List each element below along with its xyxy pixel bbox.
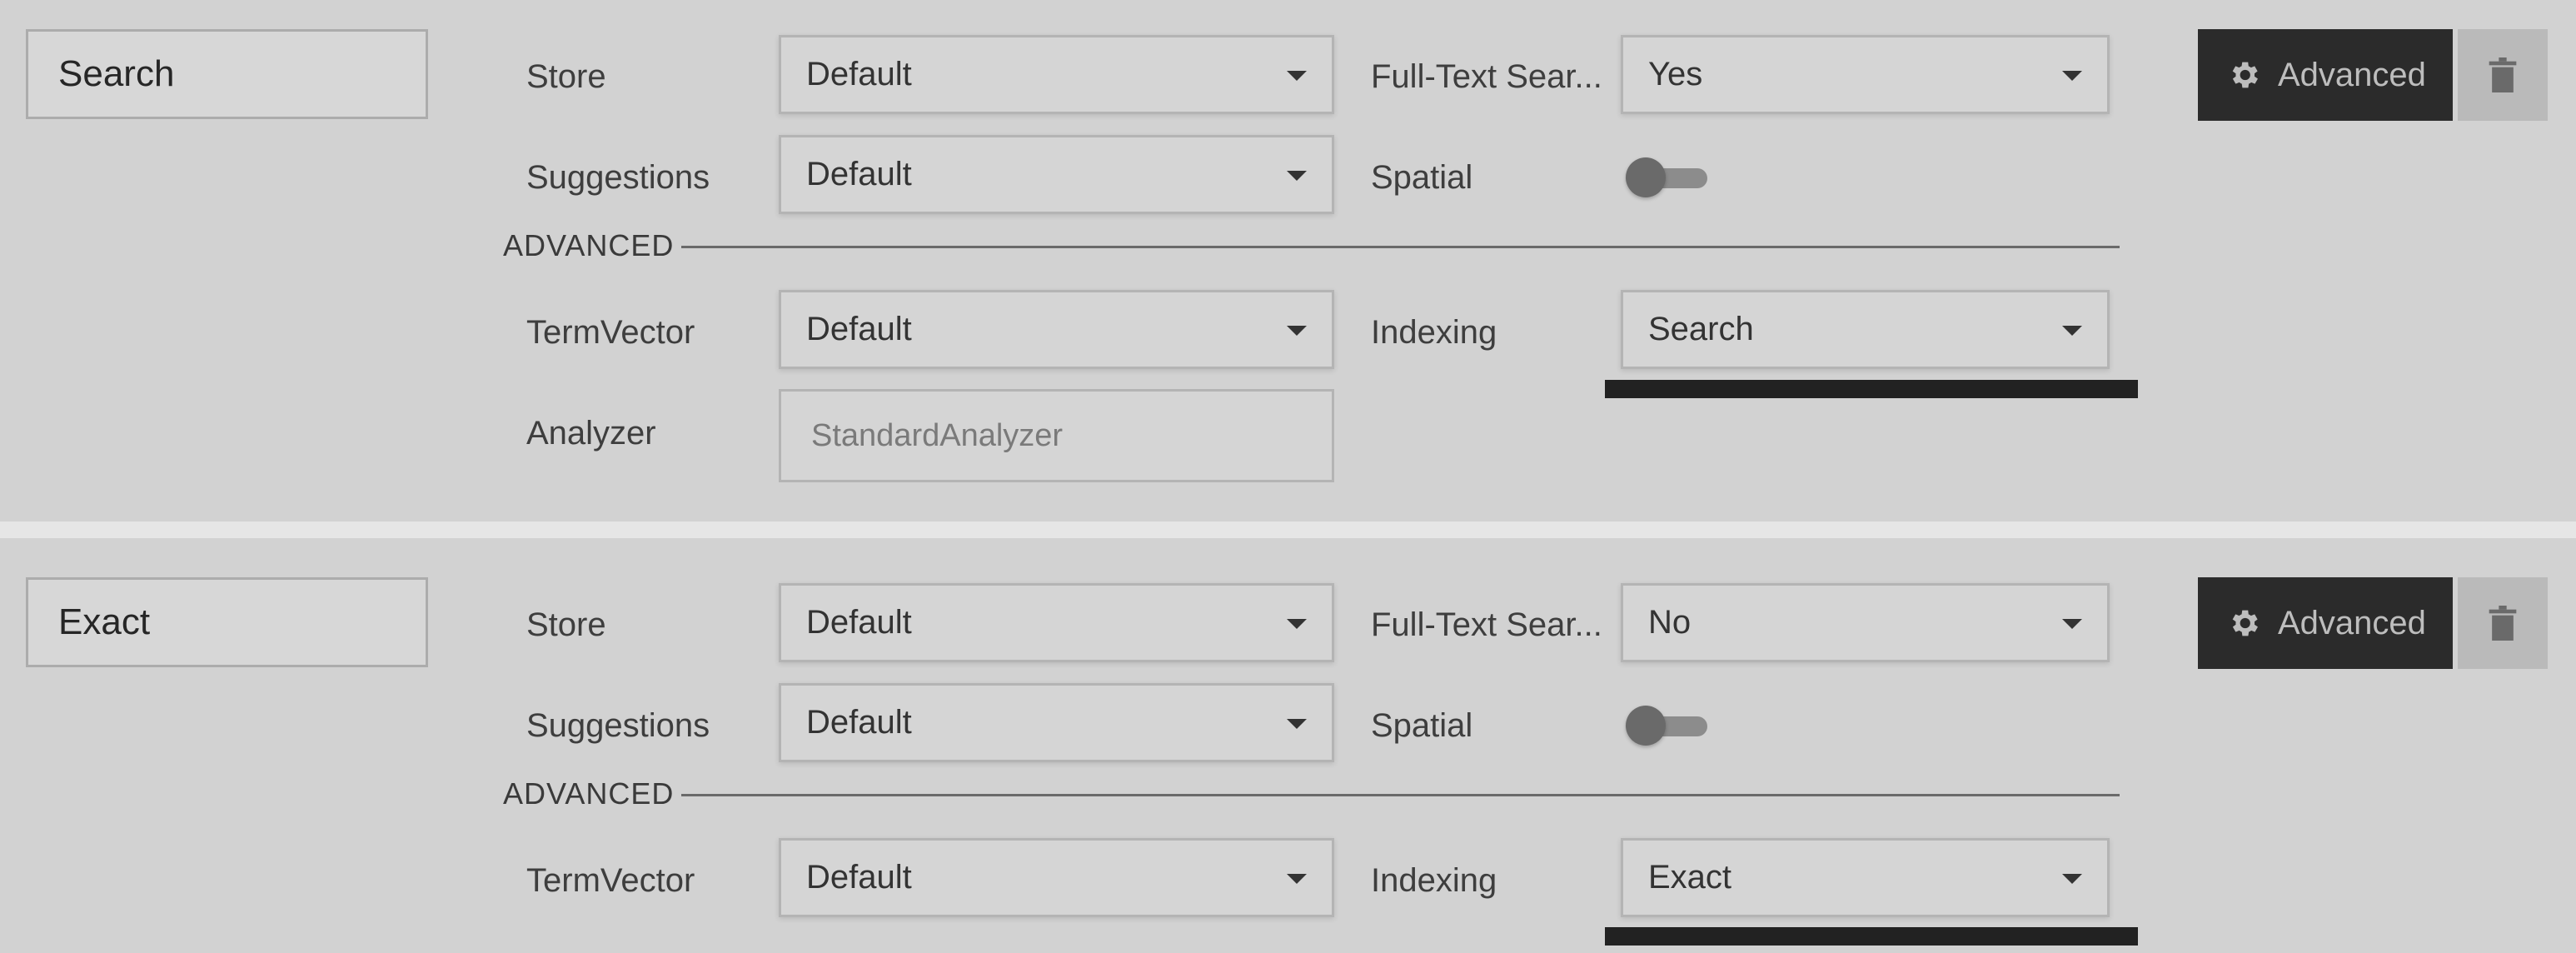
suggestions-label: Suggestions <box>526 159 710 196</box>
termvector-label: TermVector <box>526 314 695 351</box>
store-value: Default <box>806 604 912 641</box>
advanced-section-label: ADVANCED <box>503 776 675 811</box>
spatial-label: Spatial <box>1371 159 1473 196</box>
trash-icon <box>2489 57 2517 92</box>
indexing-value: Search <box>1648 311 1754 347</box>
store-value: Default <box>806 56 912 92</box>
termvector-value: Default <box>806 311 912 347</box>
advanced-divider <box>681 794 2120 796</box>
suggestions-select[interactable]: Default <box>779 135 1334 214</box>
delete-field-button[interactable] <box>2458 29 2548 121</box>
indexing-label: Indexing <box>1371 862 1497 899</box>
termvector-value: Default <box>806 859 912 896</box>
full-text-search-value: No <box>1648 604 1692 641</box>
advanced-divider <box>681 246 2120 248</box>
field-name-input[interactable]: Search <box>26 29 428 119</box>
caret-down-icon <box>1287 71 1307 81</box>
suggestions-select[interactable]: Default <box>779 683 1334 762</box>
field-name-input[interactable]: Exact <box>26 577 428 667</box>
caret-down-icon <box>1287 619 1307 629</box>
full-text-search-select[interactable]: Yes <box>1621 35 2110 114</box>
gear-icon <box>2226 57 2261 92</box>
spatial-toggle[interactable] <box>1626 706 1712 746</box>
advanced-button-label: Advanced <box>2278 57 2426 93</box>
indexing-highlight-bar <box>1605 380 2138 398</box>
toggle-knob <box>1626 157 1666 197</box>
caret-down-icon <box>2062 619 2082 629</box>
suggestions-value: Default <box>806 156 912 192</box>
store-label: Store <box>526 58 606 95</box>
termvector-select[interactable]: Default <box>779 838 1334 917</box>
full-text-search-select[interactable]: No <box>1621 583 2110 662</box>
gear-icon <box>2226 606 2261 641</box>
full-text-search-label: Full-Text Sear... <box>1371 58 1602 95</box>
toggle-knob <box>1626 706 1666 746</box>
analyzer-label: Analyzer <box>526 415 656 452</box>
full-text-search-value: Yes <box>1648 56 1703 92</box>
suggestions-value: Default <box>806 704 912 741</box>
caret-down-icon <box>1287 874 1307 884</box>
spatial-label: Spatial <box>1371 707 1473 744</box>
termvector-select[interactable]: Default <box>779 290 1334 369</box>
caret-down-icon <box>2062 71 2082 81</box>
caret-down-icon <box>1287 719 1307 729</box>
delete-field-button[interactable] <box>2458 577 2548 669</box>
store-select[interactable]: Default <box>779 35 1334 114</box>
field-panel-search: Search Store Default Full-Text Sear... Y… <box>0 0 2576 521</box>
caret-down-icon <box>1287 171 1307 181</box>
trash-icon <box>2489 606 2517 641</box>
advanced-section-label: ADVANCED <box>503 228 675 262</box>
indexing-select[interactable]: Search <box>1621 290 2110 369</box>
field-panel-exact: Exact Store Default Full-Text Sear... No… <box>0 538 2576 953</box>
advanced-button-label: Advanced <box>2278 605 2426 641</box>
full-text-search-label: Full-Text Sear... <box>1371 606 1602 643</box>
termvector-label: TermVector <box>526 862 695 899</box>
store-select[interactable]: Default <box>779 583 1334 662</box>
analyzer-input[interactable]: StandardAnalyzer <box>779 389 1334 482</box>
advanced-button[interactable]: Advanced <box>2198 577 2453 669</box>
advanced-button[interactable]: Advanced <box>2198 29 2453 121</box>
indexing-highlight-bar <box>1605 927 2138 946</box>
indexing-label: Indexing <box>1371 314 1497 351</box>
caret-down-icon <box>2062 326 2082 336</box>
spatial-toggle[interactable] <box>1626 157 1712 197</box>
indexing-select[interactable]: Exact <box>1621 838 2110 917</box>
suggestions-label: Suggestions <box>526 707 710 744</box>
indexing-value: Exact <box>1648 859 1732 896</box>
caret-down-icon <box>2062 874 2082 884</box>
store-label: Store <box>526 606 606 643</box>
caret-down-icon <box>1287 326 1307 336</box>
